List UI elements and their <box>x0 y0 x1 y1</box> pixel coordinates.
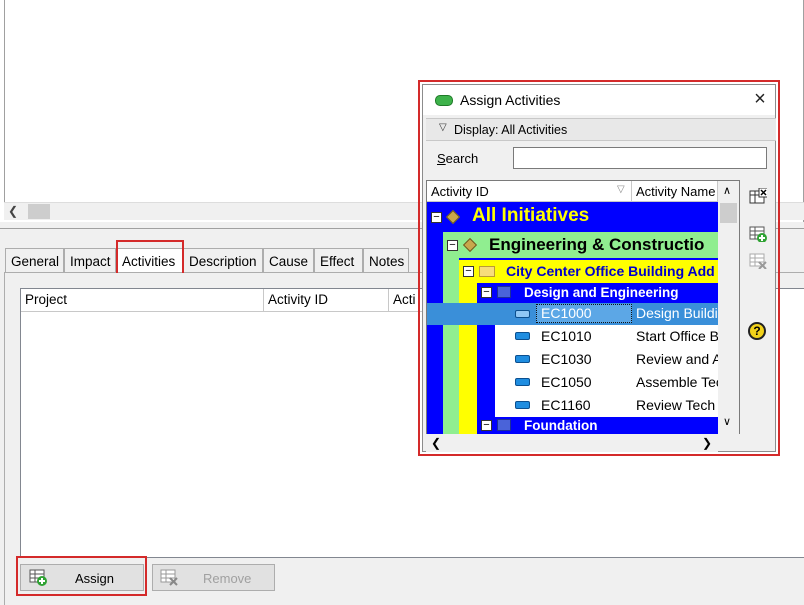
tree-label: City Center Office Building Add <box>506 263 715 279</box>
assign-icon[interactable] <box>749 226 767 242</box>
tab-effect[interactable]: Effect <box>314 248 363 273</box>
remove-button[interactable]: Remove <box>152 564 275 591</box>
project-folder-icon <box>479 266 495 277</box>
tree-level-bar <box>443 257 459 434</box>
tree-row-eps[interactable]: − Engineering & Constructio <box>443 232 718 258</box>
tree-label: Design and Engineering <box>524 285 679 300</box>
column-label: Activity Name <box>636 184 716 199</box>
collapse-icon[interactable]: − <box>431 212 442 223</box>
tab-cause[interactable]: Cause <box>263 248 314 273</box>
activity-row[interactable]: EC1010 Start Office Bu <box>495 325 718 348</box>
tree-level-bar <box>427 229 443 434</box>
tree-label: Foundation <box>524 418 598 433</box>
tree-label: Engineering & Constructio <box>489 235 705 254</box>
activity-name: Review Tech <box>636 397 716 413</box>
tree-row-wbs[interactable]: − Foundation <box>477 417 718 434</box>
column-label: Project <box>25 292 68 307</box>
dialog-titlebar[interactable]: Assign Activities <box>423 85 775 115</box>
activity-name: Start Office Bu <box>636 328 718 344</box>
activity-id: EC1010 <box>541 328 592 344</box>
chevron-down-icon: ▽ <box>439 122 447 133</box>
remove-icon <box>160 569 178 586</box>
column-label: Acti <box>393 292 416 307</box>
app-icon <box>435 95 453 106</box>
tab-label: Activities <box>122 254 176 269</box>
column-header-activity-name[interactable]: Activity Name <box>632 181 718 202</box>
activity-id: EC1000 <box>541 305 592 321</box>
display-filter-bar[interactable]: ▽ Display: All Activities <box>426 118 776 141</box>
scroll-thumb[interactable] <box>28 204 50 219</box>
activity-icon <box>515 332 530 340</box>
tree-vertical-scrollbar[interactable]: ∧ ∨ <box>718 181 739 435</box>
column-label: Activity ID <box>431 184 489 199</box>
tab-impact[interactable]: Impact <box>64 248 116 273</box>
activity-icon <box>515 355 530 363</box>
tab-label: Description <box>189 254 257 269</box>
search-label: Search <box>437 151 479 166</box>
scroll-up-icon[interactable]: ∧ <box>723 184 731 197</box>
wbs-icon <box>497 286 511 298</box>
activity-row[interactable]: EC1160 Review Tech <box>495 394 718 417</box>
tab-label: Cause <box>269 254 309 269</box>
close-icon[interactable]: × <box>746 86 774 112</box>
activity-name: Assemble Tec <box>636 374 718 390</box>
scroll-thumb[interactable] <box>720 203 737 223</box>
scroll-left-icon[interactable]: ❮ <box>8 204 18 218</box>
dialog-title: Assign Activities <box>460 92 561 108</box>
search-input[interactable] <box>513 147 767 169</box>
tree-row-project[interactable]: − City Center Office Building Add <box>459 260 718 283</box>
tree-row-wbs[interactable]: − Design and Engineering <box>477 283 718 303</box>
tab-label: Impact <box>70 254 111 269</box>
activity-name: Design Buildin <box>636 305 718 321</box>
wbs-icon <box>497 419 511 431</box>
collapse-icon[interactable]: − <box>447 240 458 251</box>
activity-row[interactable]: EC1050 Assemble Tec <box>495 371 718 394</box>
activity-row[interactable]: EC1030 Review and A <box>495 348 718 371</box>
remove-icon[interactable] <box>749 253 767 269</box>
close-grid-icon[interactable] <box>749 188 767 204</box>
collapse-icon[interactable]: − <box>481 287 492 298</box>
tab-activities[interactable]: Activities <box>116 248 183 273</box>
column-header-activity-id[interactable]: Activity ID <box>264 289 389 312</box>
column-header-activity-name[interactable]: Acti <box>389 289 423 312</box>
tab-notes[interactable]: Notes <box>363 248 409 273</box>
assign-button[interactable]: Assign <box>20 564 144 591</box>
filter-icon: ▽ <box>617 184 625 195</box>
tree-row-root[interactable]: − All Initiatives <box>427 203 718 229</box>
column-header-activity-id[interactable]: Activity ID ▽ <box>427 181 632 202</box>
tab-label: Effect <box>320 254 355 269</box>
tab-general[interactable]: General <box>5 248 64 273</box>
column-header-project[interactable]: Project <box>21 289 264 312</box>
activity-id: EC1030 <box>541 351 592 367</box>
assign-icon <box>29 569 47 586</box>
help-icon[interactable]: ? <box>748 322 766 340</box>
collapse-icon[interactable]: − <box>463 266 474 277</box>
tree-horizontal-scrollbar[interactable]: ❮ ❯ <box>426 434 718 452</box>
activity-row[interactable]: EC1000 Design Buildin <box>495 303 718 326</box>
tab-label: Notes <box>369 254 405 269</box>
activity-id: EC1050 <box>541 374 592 390</box>
activity-id: EC1160 <box>541 397 591 413</box>
activity-icon <box>515 310 530 318</box>
activity-icon <box>515 378 530 386</box>
assign-label: Assign <box>75 571 115 586</box>
tree-label: All Initiatives <box>472 205 590 226</box>
scroll-down-icon[interactable]: ∨ <box>723 415 731 428</box>
remove-label: Remove <box>203 571 252 586</box>
tab-label: General <box>11 254 60 269</box>
display-label: Display: All Activities <box>454 123 568 137</box>
top-pane-edge <box>4 0 5 202</box>
scroll-right-icon[interactable]: ❯ <box>702 436 712 450</box>
activity-name: Review and A <box>636 351 718 367</box>
initiative-icon <box>445 209 461 225</box>
eps-icon <box>462 237 478 253</box>
tab-description[interactable]: Description <box>183 248 263 273</box>
scroll-left-icon[interactable]: ❮ <box>431 436 441 450</box>
column-label: Activity ID <box>268 292 329 307</box>
collapse-icon[interactable]: − <box>481 420 492 431</box>
activity-icon <box>515 401 530 409</box>
